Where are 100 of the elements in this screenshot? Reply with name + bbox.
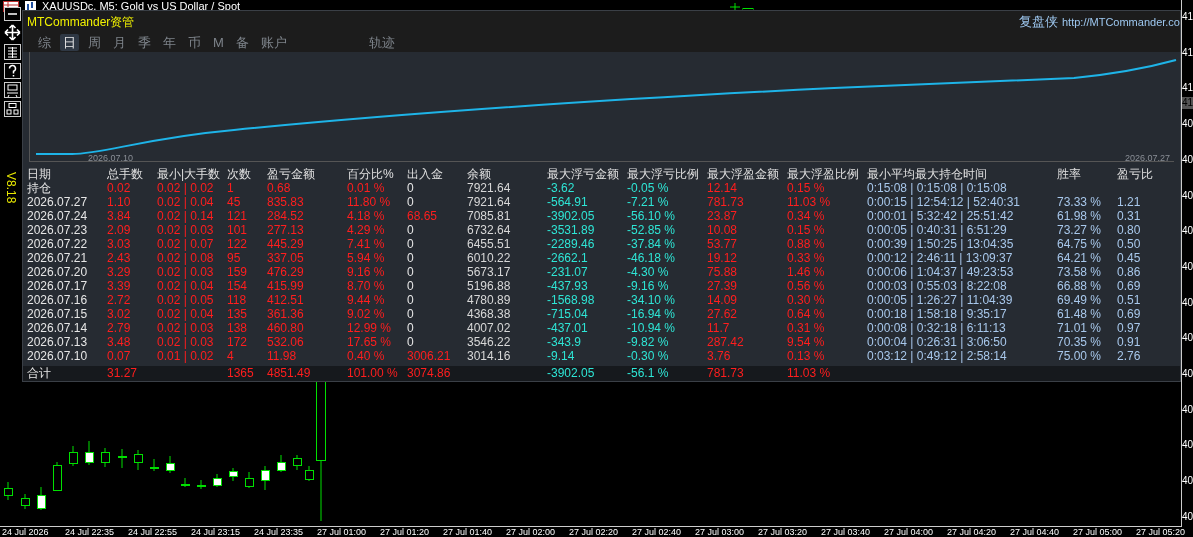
- table-cell-text: 5673.17: [467, 265, 512, 279]
- table-cell-text: -437.93: [547, 279, 589, 293]
- table-cell-text: 64.21 %: [1057, 251, 1103, 265]
- tab[interactable]: 币: [185, 34, 204, 51]
- table-cell-text: -46.18 %: [627, 251, 677, 265]
- table-cell-text: 2026.07.17: [27, 279, 89, 293]
- table-cell-text: 10.08: [707, 223, 739, 237]
- table-cell-text: 4: [227, 349, 235, 363]
- table-cell-text: 415.99: [267, 279, 305, 293]
- table-cell-text: 2.79: [107, 321, 132, 335]
- table-cell-text: 69.49 %: [1057, 293, 1103, 307]
- tab[interactable]: 季: [135, 34, 154, 51]
- table-cell-text: 3074.86: [407, 366, 452, 381]
- box-icon[interactable]: [4, 101, 21, 117]
- table-cell-text: -9.82 %: [627, 335, 670, 349]
- table-cell-text: 277.13: [267, 223, 305, 237]
- tab[interactable]: 年: [160, 34, 179, 51]
- table-cell-text: 75.88: [707, 265, 739, 279]
- table-cell-text: 0:00:01 | 5:32:42 | 25:51:42: [867, 209, 1015, 223]
- time-label: 27 Jul 04:40: [1010, 528, 1061, 537]
- table-cell-text: 71.01 %: [1057, 321, 1103, 335]
- table-cell-text: -0.05 %: [627, 181, 670, 195]
- table-cell-text: 121: [227, 209, 249, 223]
- table-cell-text: 7921.64: [467, 181, 512, 195]
- candle: [118, 448, 127, 469]
- table-cell-text: 8.70 %: [347, 279, 386, 293]
- table-cell-text: -16.94 %: [627, 307, 677, 321]
- table-cell-text: 3546.22: [467, 335, 512, 349]
- table-cell-text: 0.31 %: [787, 321, 826, 335]
- list-icon[interactable]: [4, 44, 21, 60]
- tab[interactable]: 账户: [257, 34, 290, 51]
- website-link[interactable]: http://MTCommander.co: [1062, 13, 1180, 31]
- table-cell-text: 172: [227, 335, 249, 349]
- table-cell-text: 0:00:08 | 0:32:18 | 6:11:13: [867, 321, 1007, 335]
- time-label: 27 Jul 03:40: [821, 528, 872, 537]
- table-cell-text: 11.80 %: [347, 195, 392, 209]
- table-cell-text: 68.65: [407, 209, 439, 223]
- table-cell-text: -52.85 %: [627, 223, 677, 237]
- table-cell-text: -343.9: [547, 335, 583, 349]
- table-cell-text: 0.15 %: [787, 223, 826, 237]
- table-cell-text: 0:00:04 | 0:26:31 | 3:06:50: [867, 335, 1008, 349]
- table-cell-text: 0.02 | 0.07: [157, 237, 215, 251]
- table-cell-text: 0.33 %: [787, 251, 826, 265]
- price-label: 40: [1182, 261, 1193, 272]
- table-cell-text: 0.07: [107, 349, 132, 363]
- column-header: 最大浮亏金额: [547, 167, 620, 181]
- minus-icon[interactable]: [4, 7, 21, 21]
- table-cell-text: 3006.21: [407, 349, 452, 363]
- table-cell-text: 2026.07.10: [27, 349, 89, 363]
- table-cell-text: 4368.38: [467, 307, 512, 321]
- tab[interactable]: M: [210, 34, 227, 51]
- tab[interactable]: 月: [110, 34, 129, 51]
- tab[interactable]: 日: [60, 34, 79, 51]
- tab[interactable]: 综: [35, 34, 54, 51]
- table-cell-text: 6732.64: [467, 223, 512, 237]
- display-icon[interactable]: [4, 82, 21, 98]
- table-cell-text: 0.88 %: [787, 237, 826, 251]
- table-cell-text: 2026.07.16: [27, 293, 89, 307]
- table-cell-text: 0.31: [1117, 209, 1142, 223]
- table-cell-text: 2026.07.23: [27, 223, 89, 237]
- table-cell-text: 0.56 %: [787, 279, 826, 293]
- table-cell-text: 0:00:12 | 2:46:11 | 13:09:37: [867, 251, 1014, 265]
- time-label: 27 Jul 01:20: [380, 528, 431, 537]
- table-cell-text: 31.27: [107, 366, 139, 381]
- table-cell-text: 7.41 %: [347, 237, 386, 251]
- tab[interactable]: 备: [232, 34, 252, 51]
- table-cell-text: 412.51: [267, 293, 305, 307]
- time-label: 27 Jul 04:20: [947, 528, 998, 537]
- table-cell-text: 781.73: [707, 366, 745, 381]
- table-cell-text: 0.34 %: [787, 209, 826, 223]
- table-cell-text: 0: [407, 251, 415, 265]
- table-cell-text: 2.43: [107, 251, 132, 265]
- table-cell-text: 0.30 %: [787, 293, 826, 307]
- table-cell-text: 9.54 %: [787, 335, 826, 349]
- table-cell-text: 23.87: [707, 209, 739, 223]
- move-icon[interactable]: [4, 24, 21, 41]
- table-cell-text: 合计: [27, 366, 52, 381]
- table-cell-text: -564.91: [547, 195, 589, 209]
- table-cell-text: 70.35 %: [1057, 335, 1103, 349]
- help-icon[interactable]: [4, 63, 21, 79]
- tab[interactable]: 轨迹: [365, 34, 398, 51]
- column-header: 最小|大手数: [157, 167, 222, 181]
- panel-title: MTCommander资管: [27, 14, 135, 31]
- table-cell-text: -715.04: [547, 307, 589, 321]
- table-cell-text: 12.99 %: [347, 321, 393, 335]
- table-cell-text: 154: [227, 279, 249, 293]
- tab[interactable]: 周: [85, 34, 104, 51]
- table-cell-text: 781.73: [707, 195, 745, 209]
- table-cell-text: 1.10: [107, 195, 132, 209]
- time-label: 27 Jul 03:20: [758, 528, 809, 537]
- table-cell-text: 4007.02: [467, 321, 512, 335]
- candle: [277, 454, 286, 473]
- table-cell-text: 0.13 %: [787, 349, 826, 363]
- table-cell-text: 0: [407, 307, 415, 321]
- table-cell-text: 476.29: [267, 265, 305, 279]
- table-cell-text: -2662.1: [547, 251, 589, 265]
- table-cell-text: 337.05: [267, 251, 305, 265]
- table-cell-text: 73.27 %: [1057, 223, 1103, 237]
- candle: [134, 449, 143, 471]
- table-cell-text: 1: [227, 181, 235, 195]
